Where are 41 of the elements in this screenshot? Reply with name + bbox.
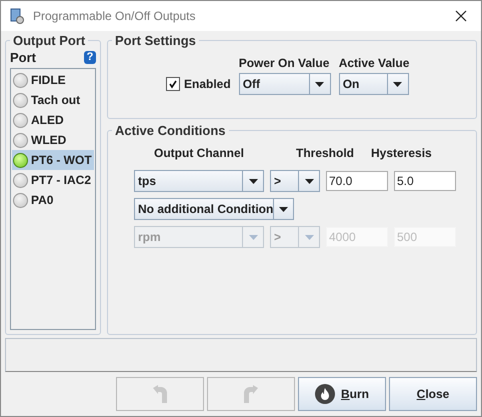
column-header: Hysteresis <box>371 146 432 160</box>
app-icon <box>9 8 25 24</box>
caret-icon <box>304 178 314 184</box>
column-header: Threshold <box>296 146 356 160</box>
port-item[interactable]: PT6 - WOT <box>12 150 94 170</box>
help-icon[interactable]: ? <box>84 51 96 64</box>
port-item[interactable]: PT7 - IAC2 <box>12 170 94 190</box>
field-label: Power On Value <box>238 56 330 70</box>
caret-icon <box>248 234 258 240</box>
hysteresis-field[interactable]: 5.0 <box>394 171 456 191</box>
flame-icon <box>314 384 335 404</box>
burn-button[interactable]: Burn <box>298 377 386 411</box>
dropdown[interactable]: Off <box>238 73 331 95</box>
list-label: Port <box>10 50 36 65</box>
panel-title: Active Conditions <box>114 123 227 138</box>
close-button[interactable]: Close <box>389 377 477 411</box>
port-item[interactable]: PA0 <box>12 190 94 210</box>
caret-icon <box>315 82 324 86</box>
window-title: Programmable On/Off Outputs <box>33 9 197 23</box>
caret-icon <box>248 178 258 184</box>
field-label: Active Value <box>338 56 410 70</box>
channel-dropdown[interactable]: tps <box>134 170 264 192</box>
close-icon[interactable] <box>455 10 467 22</box>
caret-icon <box>279 206 288 212</box>
enabled-checkbox[interactable]: Enabled <box>166 73 231 95</box>
checkmark-icon <box>168 79 178 89</box>
panel-title: Port Settings <box>114 33 197 48</box>
caret-icon <box>304 234 314 240</box>
column-header: Output Channel <box>154 146 245 160</box>
port-item[interactable]: ALED <box>12 110 94 130</box>
undo-arrow-icon <box>152 384 168 404</box>
operator-dropdown[interactable]: > <box>270 170 320 192</box>
condition-dropdown[interactable]: No additional Condition <box>134 198 294 220</box>
panel-title: Output Port <box>12 33 86 48</box>
port-item[interactable]: Tach out <box>12 90 94 110</box>
caret-icon <box>393 82 402 86</box>
threshold-field[interactable]: 70.0 <box>326 171 388 191</box>
port-item[interactable]: FIDLE <box>12 70 94 90</box>
port-item[interactable]: WLED <box>12 130 94 150</box>
redo-arrow-icon <box>243 384 259 404</box>
dropdown[interactable]: On <box>338 73 409 95</box>
